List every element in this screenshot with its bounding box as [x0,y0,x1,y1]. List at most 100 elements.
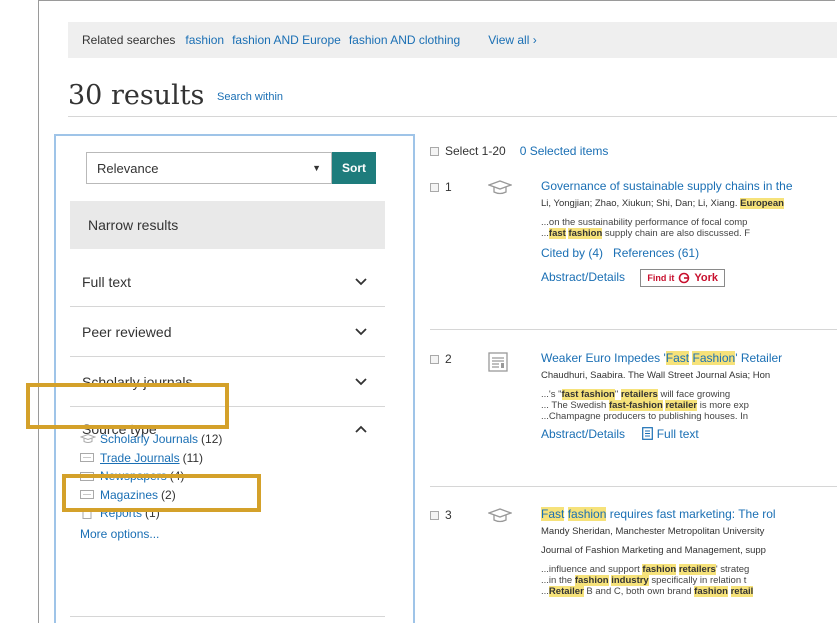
snippet-text: ...in the [541,575,575,586]
cited-by-link[interactable]: Cited by (4) [541,246,603,260]
result-citation-links: Cited by (4) References (61) [541,245,837,261]
related-link-fashion-clothing[interactable]: fashion AND clothing [349,33,460,47]
selected-items-link[interactable]: 0 Selected items [520,144,609,158]
snippet-line: ...'s "fast fashion" retailers will face… [541,389,837,400]
source-item-label[interactable]: Scholarly Journals [100,430,198,449]
cap-icon [80,434,96,444]
snippet-line: ...Retailer B and C, both own brand fash… [541,586,837,597]
result-divider [430,486,837,487]
chevron-up-icon [355,425,367,433]
snippet-highlight: fashion [694,586,728,597]
title-highlight: Fast [541,507,565,521]
abstract-details-link[interactable]: Abstract/Details [541,427,625,441]
snippet-text: supply chain are also discussed. F [602,228,751,239]
related-link-fashion[interactable]: fashion [185,33,224,47]
result-meta: Chaudhuri, Saabira. The Wall Street Jour… [541,370,771,381]
snippet-text: ... [541,586,549,597]
narrow-results-sidebar: Relevance ▼ Sort Narrow results Full tex… [54,134,415,623]
source-item-count: (12) [201,432,223,446]
narrow-results-heading: Narrow results [70,201,385,249]
full-text-link[interactable]: Full text [642,427,699,441]
snippet-text: " [614,389,621,400]
journal-icon [80,453,94,463]
snippet-highlight: fast-fashion [608,400,663,411]
result-title[interactable]: Governance of sustainable supply chains … [541,178,837,194]
chevron-down-icon [355,377,367,385]
source-item-trade-journals[interactable]: Trade Journals (11) [80,449,222,468]
sort-selected-value: Relevance [97,160,159,176]
snippet-highlight: retailers [620,389,658,400]
callout-highlight-trade-journals [62,474,261,512]
source-item-scholarly-journals[interactable]: Scholarly Journals (12) [80,430,222,449]
snippet-highlight: retailer [665,400,698,411]
source-item-count: (11) [182,450,204,465]
title-text: Weaker Euro Impedes ' [541,351,666,365]
related-searches-label: Related searches [82,33,176,47]
result-meta: Li, Yongjian; Zhao, Xiukun; Shi, Dan; Li… [541,196,837,211]
abstract-details-link[interactable]: Abstract/Details [541,270,625,284]
result-body: Weaker Euro Impedes 'Fast Fashion' Retai… [541,350,837,442]
result-title[interactable]: Fast fashion requires fast marketing: Th… [541,506,837,522]
more-options-link[interactable]: More options... [80,525,222,544]
select-all-checkbox[interactable] [430,146,439,156]
result-body: Governance of sustainable supply chains … [541,178,837,287]
facet-label: Peer reviewed [82,323,172,340]
chevron-down-icon [355,277,367,285]
result-body: Fast fashion requires fast marketing: Th… [541,506,837,597]
find-it-label: Find it [647,273,675,283]
snippet-text: ...influence and support [541,564,643,575]
scholarly-journal-icon [488,508,512,523]
snippet-text: is more exp [697,400,749,411]
snippet-highlight: fashion [574,575,609,586]
results-count-title: 30 results [68,80,205,111]
newspaper-icon [488,352,508,372]
divider [68,116,837,117]
snippet-text: ' strateg [715,564,750,575]
full-text-label: Full text [656,427,699,441]
snippet-line: ...in the fashion industry specifically … [541,575,837,586]
snippet-text: will face growing [657,389,731,400]
snippet-highlight: retailers [678,564,716,575]
result-checkbox[interactable] [430,182,439,192]
result-authors: Li, Yongjian; Zhao, Xiukun; Shi, Dan; Li… [541,198,738,209]
result-actions: Abstract/Details Full text [541,426,837,442]
snippet-text: B and C, both own brand [583,586,695,597]
select-bar: Select 1-20 0 Selected items [430,144,608,158]
snippet-text: specifically in relation t [648,575,747,586]
references-link[interactable]: References (61) [613,246,699,260]
scholarly-journal-icon [488,180,512,195]
york-logo-icon [679,272,690,284]
result-number: 1 [430,180,452,194]
sort-button[interactable]: Sort [332,152,376,184]
result-meta: Mandy Sheridan, Manchester Metropolitan … [541,526,765,537]
view-all-link[interactable]: View all › [488,33,536,47]
result-journal: European [740,198,784,209]
related-searches-bar: Related searches fashion fashion AND Eur… [68,22,837,58]
result-index: 2 [445,352,452,366]
result-snippet: ...on the sustainability performance of … [541,217,837,239]
result-index: 1 [445,180,452,194]
snippet-highlight: fast fashion [561,389,615,400]
source-item-label[interactable]: Trade Journals [100,449,180,468]
result-number: 2 [430,352,452,366]
facet-full-text[interactable]: Full text [70,257,385,307]
result-journal-line: Journal of Fashion Marketing and Managem… [541,545,766,556]
result-divider [430,329,837,330]
related-link-fashion-europe[interactable]: fashion AND Europe [232,33,341,47]
snippet-line: ...Champagne producers to publishing hou… [541,411,749,422]
snippet-highlight: fashion [642,564,677,575]
snippet-line: ... The Swedish fast-fashion retailer is… [541,400,837,411]
title-highlight: fashion [567,507,607,521]
search-within-link[interactable]: Search within [217,91,283,103]
facet-peer-reviewed[interactable]: Peer reviewed [70,307,385,357]
snippet-highlight: industry [611,575,649,586]
result-title[interactable]: Weaker Euro Impedes 'Fast Fashion' Retai… [541,350,837,366]
sort-select[interactable]: Relevance ▼ [86,152,332,184]
divider [70,616,385,617]
result-checkbox[interactable] [430,510,439,520]
find-it-york-button[interactable]: Find it York [640,269,726,287]
snippet-text: ... The Swedish [541,400,609,411]
title-highlight: Fast [665,351,690,365]
snippet-line: ...fast fashion supply chain are also di… [541,228,751,239]
result-checkbox[interactable] [430,354,439,364]
